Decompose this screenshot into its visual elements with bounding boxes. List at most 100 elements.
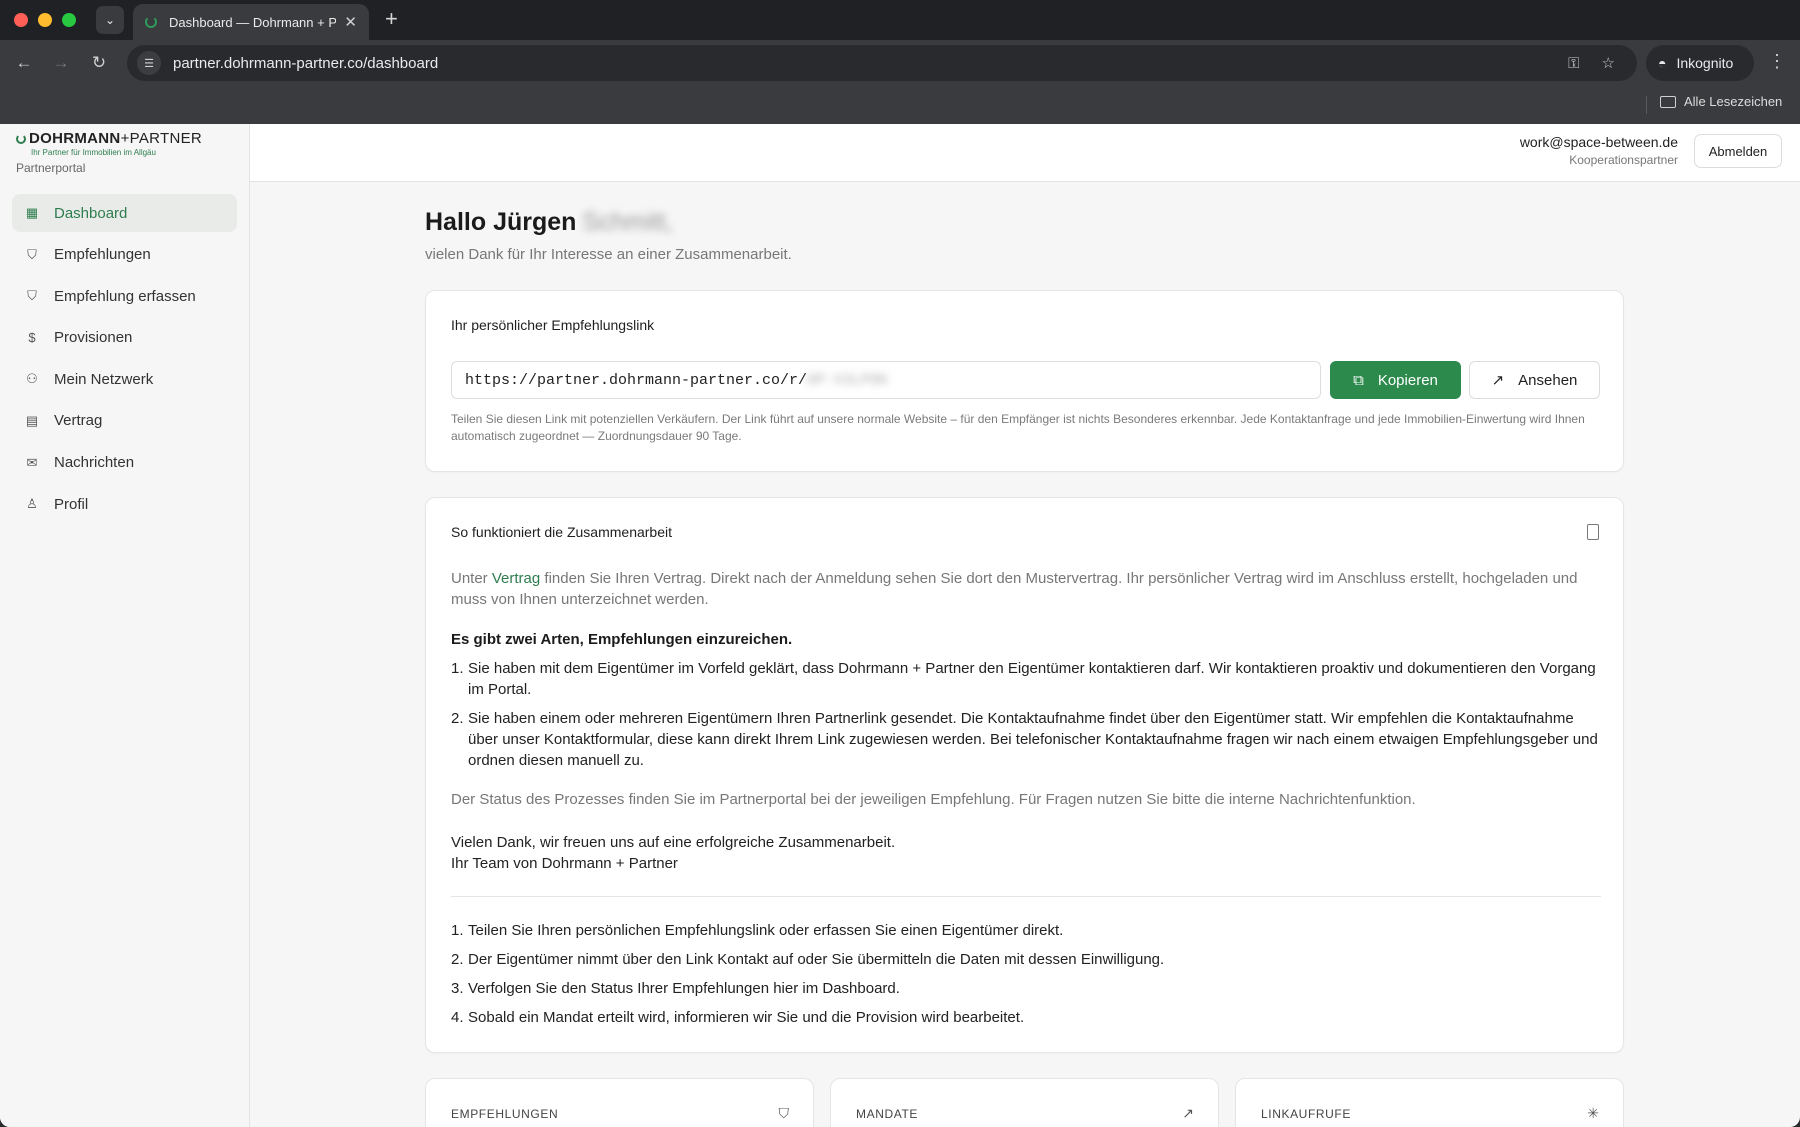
portal-label: Partnerportal bbox=[16, 161, 86, 175]
sidebar: DOHRMANN+PARTNER Ihr Partner für Immobil… bbox=[0, 124, 250, 1127]
user-role: Kooperationspartner bbox=[1569, 153, 1678, 167]
maximize-window-button[interactable] bbox=[62, 13, 76, 27]
sidebar-item-profil[interactable]: ♙ Profil bbox=[12, 485, 237, 523]
submission-ways-list: 1. Sie haben mit dem Eigentümer im Vorfel… bbox=[451, 658, 1601, 779]
document-icon: ▤ bbox=[25, 412, 39, 428]
howto-intro: Unter Vertrag finden Sie Ihren Vertrag. … bbox=[451, 570, 1578, 608]
site-info-icon[interactable]: ☰ bbox=[137, 51, 161, 75]
link-hint: Teilen Sie diesen Link mit potenziellen … bbox=[451, 412, 1585, 443]
user-email: work@space-between.de bbox=[1519, 134, 1678, 150]
key-icon[interactable]: ⚿ bbox=[1568, 55, 1579, 72]
incognito-button[interactable]: ◓ Inkognito bbox=[1646, 45, 1754, 81]
stat-card-mandate: MANDATE ↗ bbox=[830, 1078, 1219, 1127]
all-bookmarks-button[interactable]: Alle Lesezeichen bbox=[1660, 94, 1782, 109]
steps-list: 1. Teilen Sie Ihren persönlichen Empfehlu… bbox=[451, 922, 1601, 1038]
folder-icon bbox=[1660, 95, 1676, 108]
referral-link-field[interactable]: https://partner.dohrmann-partner.co/r/DP… bbox=[451, 361, 1321, 399]
bookmark-star-icon[interactable]: ☆ bbox=[1602, 54, 1615, 72]
incognito-icon: ◓ bbox=[1658, 55, 1667, 71]
vertrag-link[interactable]: Vertrag bbox=[492, 570, 540, 587]
sidebar-item-provisionen[interactable]: $ Provisionen bbox=[12, 319, 237, 357]
view-button[interactable]: ↗ Ansehen bbox=[1469, 361, 1600, 399]
stat-label: EMPFEHLUNGEN bbox=[451, 1107, 559, 1121]
minimize-window-button[interactable] bbox=[38, 13, 52, 27]
logo-tagline: Ihr Partner für Immobilien im Allgäu bbox=[31, 148, 156, 157]
list-item: 4. Sobald ein Mandat erteilt wird, inform… bbox=[451, 1009, 1025, 1026]
copy-label: Kopieren bbox=[1377, 371, 1438, 389]
tab-close-icon[interactable]: ✕ bbox=[344, 13, 357, 31]
stat-card-empfehlungen: EMPFEHLUNGEN ⛉ bbox=[425, 1078, 814, 1127]
sidebar-item-label: Nachrichten bbox=[54, 454, 135, 472]
brand[interactable]: DOHRMANN+PARTNER Ihr Partner für Immobil… bbox=[16, 130, 202, 175]
copy-button[interactable]: ⧉ Kopieren bbox=[1330, 361, 1461, 399]
list-item: 2. Sie haben einem oder mehreren Eigentüm… bbox=[451, 710, 1598, 769]
sidebar-item-mein-netzwerk[interactable]: ⚇ Mein Netzwerk bbox=[12, 360, 237, 398]
sidebar-item-empfehlungen[interactable]: ⛉ Empfehlungen bbox=[12, 236, 237, 274]
top-bar: work@space-between.de Kooperationspartne… bbox=[250, 124, 1800, 182]
logout-button[interactable]: Abmelden bbox=[1694, 134, 1782, 168]
mail-icon: ✉ bbox=[26, 454, 38, 470]
sidebar-item-label: Vertrag bbox=[54, 412, 103, 430]
howto-card: So funktioniert die Zusammenarbeit Unter… bbox=[425, 497, 1624, 1053]
handshake-icon: ⛉ bbox=[27, 246, 37, 262]
close-window-button[interactable] bbox=[14, 13, 28, 27]
new-tab-button[interactable]: + bbox=[385, 7, 398, 31]
card-title: So funktioniert die Zusammenarbeit bbox=[451, 524, 672, 540]
logo-mark-icon bbox=[16, 133, 26, 144]
reload-icon[interactable]: ↻ bbox=[87, 51, 111, 75]
trending-up-icon: ↗ bbox=[1182, 1105, 1194, 1121]
sidebar-item-vertrag[interactable]: ▤ Vertrag bbox=[12, 402, 237, 440]
thanks-note: Vielen Dank, wir freuen uns auf eine erf… bbox=[451, 834, 896, 872]
sidebar-item-nachrichten[interactable]: ✉ Nachrichten bbox=[12, 444, 237, 482]
bookmarks-divider bbox=[1646, 96, 1647, 114]
page-subtitle: vielen Dank für Ihr Interesse an einer Z… bbox=[425, 246, 792, 263]
blurred-link-code: DP-X3LP8K bbox=[807, 371, 889, 389]
sidebar-item-label: Empfehlungen bbox=[54, 246, 151, 264]
sidebar-item-label: Mein Netzwerk bbox=[54, 370, 154, 388]
favicon-icon bbox=[145, 16, 157, 28]
back-icon[interactable]: ← bbox=[12, 51, 36, 75]
sidebar-item-label: Provisionen bbox=[54, 329, 133, 347]
browser-menu-icon[interactable]: ⋮ bbox=[1768, 51, 1786, 72]
list-item: 3. Verfolgen Sie den Status Ihrer Empfehl… bbox=[451, 980, 900, 997]
user-info: work@space-between.de Kooperationspartne… bbox=[1520, 134, 1678, 167]
bookmarks-bar: Alle Lesezeichen bbox=[0, 86, 1800, 124]
sidebar-item-label: Empfehlung erfassen bbox=[54, 287, 196, 305]
handshake-icon: ⛉ bbox=[778, 1105, 790, 1121]
handshake-icon: ⛉ bbox=[27, 288, 37, 304]
forward-icon[interactable]: → bbox=[49, 51, 73, 75]
users-icon: ⚇ bbox=[26, 371, 38, 387]
user-icon: ♙ bbox=[26, 496, 38, 512]
browser-tab[interactable]: Dashboard — Dohrmann + Pa ✕ bbox=[133, 4, 369, 40]
external-link-icon: ↗ bbox=[1491, 372, 1505, 389]
copy-icon: ⧉ bbox=[1353, 371, 1364, 389]
logo-text: DOHRMANN+PARTNER bbox=[29, 130, 203, 147]
sidebar-item-empfehlung-erfassen[interactable]: ⛉ Empfehlung erfassen bbox=[12, 277, 237, 315]
click-icon: ✳ bbox=[1587, 1105, 1599, 1121]
tab-title: Dashboard — Dohrmann + Pa bbox=[169, 14, 337, 30]
list-item: 1. Teilen Sie Ihren persönlichen Empfehlu… bbox=[451, 922, 1064, 939]
sidebar-item-dashboard[interactable]: ▦ Dashboard bbox=[12, 194, 237, 232]
stat-label: LINKAUFRUFE bbox=[1261, 1107, 1351, 1121]
incognito-label: Inkognito bbox=[1676, 55, 1734, 71]
howto-subheading: Es gibt zwei Arten, Empfehlungen einzure… bbox=[451, 631, 793, 648]
status-note: Der Status des Prozesses finden Sie im P… bbox=[451, 791, 1416, 808]
url-text[interactable]: partner.dohrmann-partner.co/dashboard bbox=[173, 55, 1568, 72]
stat-label: MANDATE bbox=[856, 1107, 918, 1121]
side-nav: ▦ Dashboard ⛉ Empfehlungen ⛉ Empfehlung … bbox=[12, 194, 237, 527]
browser-chrome: ⌄ Dashboard — Dohrmann + Pa ✕ + ← → ↻ ☰ … bbox=[0, 0, 1800, 124]
nav-bar: ← → ↻ ☰ partner.dohrmann-partner.co/dash… bbox=[0, 40, 1800, 86]
document-icon bbox=[1587, 524, 1599, 540]
divider bbox=[451, 896, 1601, 897]
stat-card-linkaufrufe: LINKAUFRUFE ✳ bbox=[1235, 1078, 1624, 1127]
sidebar-item-label: Dashboard bbox=[54, 204, 128, 222]
page-title: Hallo Jürgen Schmitt, bbox=[425, 208, 673, 236]
tab-search-icon[interactable]: ⌄ bbox=[96, 6, 124, 34]
blurred-name: Schmitt, bbox=[582, 208, 673, 236]
money-icon: $ bbox=[28, 330, 36, 346]
page: DOHRMANN+PARTNER Ihr Partner für Immobil… bbox=[0, 124, 1800, 1127]
list-item: 1. Sie haben mit dem Eigentümer im Vorfel… bbox=[451, 660, 1596, 698]
dashboard-icon: ▦ bbox=[25, 205, 39, 220]
tab-bar: ⌄ Dashboard — Dohrmann + Pa ✕ + bbox=[0, 0, 1800, 40]
address-bar[interactable]: ☰ partner.dohrmann-partner.co/dashboard … bbox=[127, 45, 1637, 81]
